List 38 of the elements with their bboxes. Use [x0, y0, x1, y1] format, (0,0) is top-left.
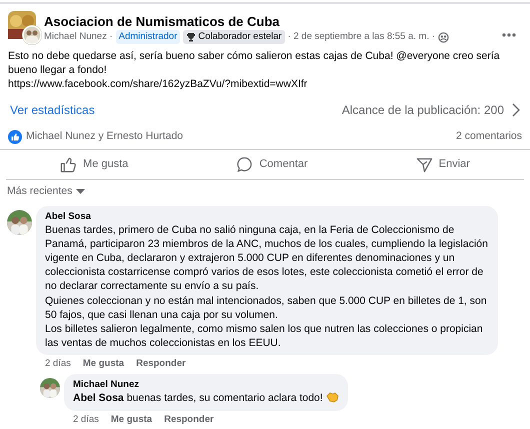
like-button[interactable]: Me gusta: [50, 154, 138, 175]
reaction-names[interactable]: Michael Nunez y Ernesto Hurtado: [26, 129, 183, 145]
like-reaction-icon[interactable]: [8, 130, 22, 144]
stats-link[interactable]: Ver estadísticas: [10, 101, 95, 119]
badge: Administrador: [116, 30, 180, 44]
author-avatar[interactable]: [22, 25, 42, 45]
group-name[interactable]: Asociacion de Numismaticos de Cuba: [44, 13, 502, 30]
comment-text: Los billetes salieron legalmente, como mismo salen los que nutren las colecciones o propician las ventas de muchos coleccionistas en los EEUU.: [45, 322, 484, 350]
comment-text: Abel Sosa buenas tardes, su comentario aclara todo!: [73, 391, 339, 406]
user-avatar[interactable]: [7, 210, 32, 234]
comment-author[interactable]: Michael Nunez: [73, 379, 339, 392]
badge: Colaborador estelar: [183, 30, 285, 44]
reply-link[interactable]: Responder: [164, 414, 214, 426]
post-time[interactable]: · 2 de septiembre a las 8:55 a. m. ·: [288, 30, 436, 44]
trophy-icon: [186, 32, 196, 42]
comment-count[interactable]: 2 comentarios: [456, 129, 522, 145]
comment-time[interactable]: 2 días: [73, 414, 99, 426]
reach-link[interactable]: Alcance de la publicación: 200: [342, 101, 520, 119]
comment-text: Quienes coleccionan y no están mal intencionados, saben que 5.000 CUP en billetes de 1, son 50 fajos, que casi llenan una caja por su volumen.: [45, 294, 488, 322]
like-link[interactable]: Me gusta: [82, 358, 124, 370]
user-avatar[interactable]: [40, 378, 60, 398]
like-link[interactable]: Me gusta: [110, 414, 152, 426]
comment-author[interactable]: Abel Sosa: [45, 210, 489, 222]
comment-time[interactable]: 2 días: [45, 358, 71, 370]
post-text: Esto no debe quedarse así, sería bueno saber cómo salieron estas cajas de Cuba! @everyone creo sería bueno llegar a fondo!: [8, 49, 501, 77]
comment-text: Buenas tardes, primero de Cuba no salió ninguna caja, en la Feria de Coleccionismo de Panamá, participaron 23 miembros de la ANC, muchos de los cuales, cumpliendo la legislación vigente en Cuba, declararon y extrajeron 5.000 CUP en diferentes denominaciones y un coleccionista costarricense compró varios de esos lotes, este coleccionista cometió el error de no declarar correctamente su envío a su país.: [45, 222, 489, 294]
sort-dropdown[interactable]: Más recientes: [7, 184, 86, 200]
send-icon: [416, 156, 433, 173]
thumbs-up-icon: [60, 156, 78, 173]
comment-button[interactable]: Comentar: [226, 154, 318, 175]
share-button[interactable]: Enviar: [406, 154, 480, 175]
speech-bubble-icon: [236, 156, 254, 173]
more-icon[interactable]: [502, 33, 516, 37]
chevron-right-icon: [512, 103, 520, 117]
caret-icon: [76, 188, 86, 195]
author-name[interactable]: Michael Nunez ·: [44, 30, 113, 44]
post-link[interactable]: https://www.facebook.com/share/162yzBaZVu/?mibextid=wwXIfr: [8, 77, 522, 91]
reply-link[interactable]: Responder: [136, 358, 186, 370]
